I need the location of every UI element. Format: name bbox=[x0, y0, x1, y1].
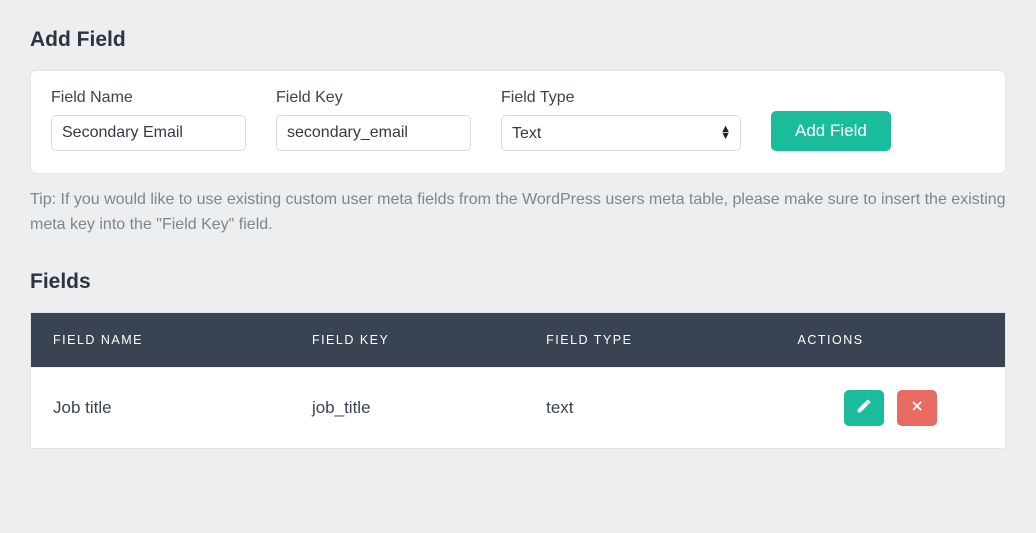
col-field-key: FIELD KEY bbox=[290, 312, 524, 367]
field-type-select-wrap: Text ▲▼ bbox=[501, 115, 741, 151]
edit-button[interactable] bbox=[844, 390, 884, 426]
field-key-input[interactable] bbox=[276, 115, 471, 151]
cell-field-type: text bbox=[524, 367, 775, 448]
fields-table: FIELD NAME FIELD KEY FIELD TYPE ACTIONS … bbox=[30, 312, 1006, 449]
field-name-input[interactable] bbox=[51, 115, 246, 151]
cell-actions bbox=[776, 367, 1006, 448]
field-key-label: Field Key bbox=[276, 89, 471, 107]
col-field-type: FIELD TYPE bbox=[524, 312, 775, 367]
fields-table-header-row: FIELD NAME FIELD KEY FIELD TYPE ACTIONS bbox=[31, 312, 1006, 367]
col-actions: ACTIONS bbox=[776, 312, 1006, 367]
field-type-select[interactable]: Text bbox=[501, 115, 741, 151]
field-name-label: Field Name bbox=[51, 89, 246, 107]
field-type-label: Field Type bbox=[501, 89, 741, 107]
add-field-button[interactable]: Add Field bbox=[771, 111, 891, 151]
col-field-name: FIELD NAME bbox=[31, 312, 290, 367]
fields-heading: Fields bbox=[30, 270, 1006, 294]
table-row: Job title job_title text bbox=[31, 367, 1006, 448]
cell-field-key: job_title bbox=[290, 367, 524, 448]
cell-field-name: Job title bbox=[31, 367, 290, 448]
field-type-group: Field Type Text ▲▼ bbox=[501, 89, 741, 151]
field-key-group: Field Key bbox=[276, 89, 471, 151]
delete-button[interactable] bbox=[897, 390, 937, 426]
tip-text: Tip: If you would like to use existing c… bbox=[30, 188, 1006, 238]
add-field-card: Field Name Field Key Field Type Text ▲▼ … bbox=[30, 70, 1006, 174]
close-icon bbox=[909, 398, 925, 417]
add-field-heading: Add Field bbox=[30, 28, 1006, 52]
pencil-icon bbox=[856, 398, 872, 417]
field-name-group: Field Name bbox=[51, 89, 246, 151]
